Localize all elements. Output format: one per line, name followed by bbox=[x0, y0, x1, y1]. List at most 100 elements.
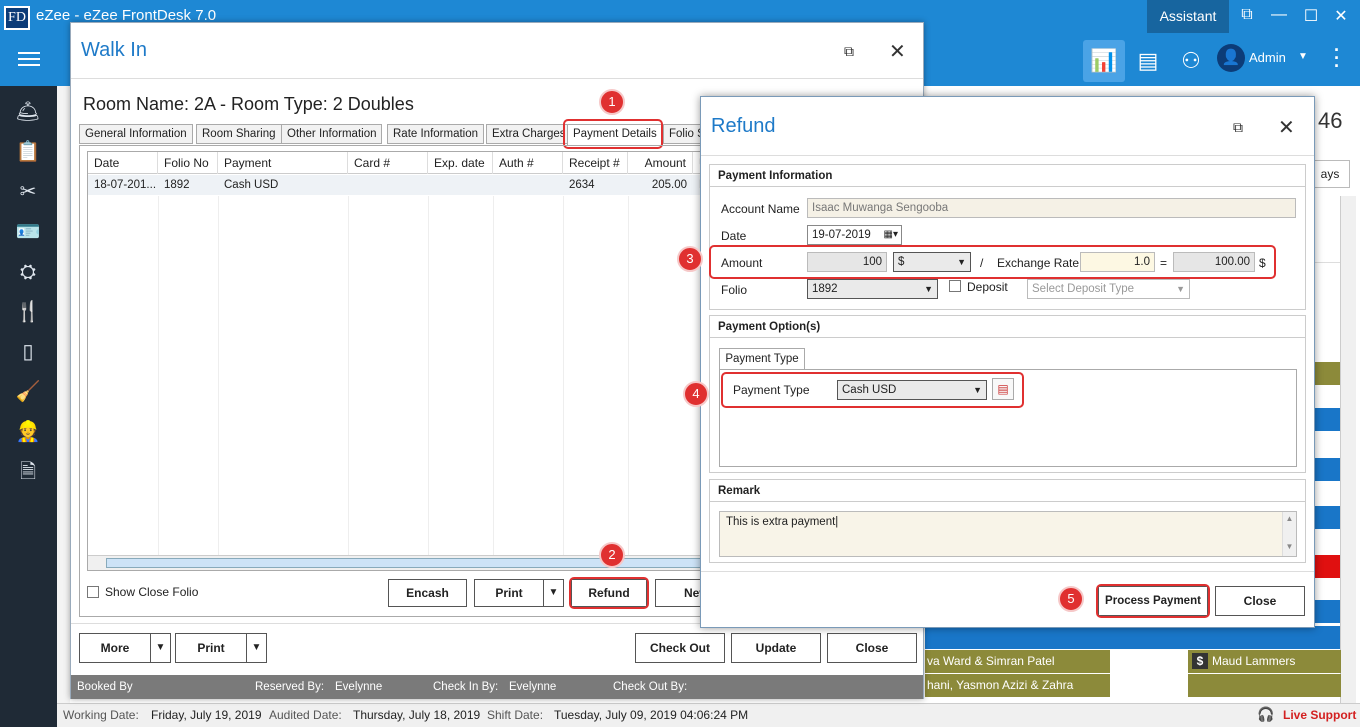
network-icon[interactable]: ⚇ bbox=[1170, 40, 1212, 82]
col-card[interactable]: Card # bbox=[348, 152, 428, 174]
assistant-button[interactable]: Assistant bbox=[1147, 0, 1229, 33]
bg-row bbox=[925, 626, 1340, 649]
show-close-folio-label: Show Close Folio bbox=[105, 585, 199, 599]
account-name-field[interactable]: Isaac Muwanga Sengooba bbox=[807, 198, 1296, 218]
col-receipt[interactable]: Receipt # bbox=[563, 152, 628, 174]
col-exp-date[interactable]: Exp. date bbox=[428, 152, 493, 174]
close-icon[interactable]: ✕ bbox=[889, 39, 906, 64]
highlight-amount-row bbox=[709, 245, 1276, 279]
highlight-payment-type bbox=[721, 372, 1024, 408]
close-icon[interactable]: ✕ bbox=[1278, 115, 1295, 140]
restaurant-icon[interactable]: 🍴 bbox=[14, 298, 42, 326]
tab-rate-information[interactable]: Rate Information bbox=[387, 124, 485, 144]
cell-type: Cash USD bbox=[224, 179, 279, 191]
chevron-down-icon[interactable]: ▼ bbox=[1298, 51, 1308, 62]
working-date-label: Working Date: bbox=[63, 708, 139, 722]
col-date[interactable]: Date bbox=[88, 152, 158, 174]
audited-date: Thursday, July 18, 2019 bbox=[353, 708, 481, 722]
grid-line bbox=[563, 196, 564, 556]
grid-header: Date Folio No Payment Type/Account Card … bbox=[88, 152, 708, 192]
payments-grid: Date Folio No Payment Type/Account Card … bbox=[87, 151, 708, 571]
housekeeping-icon[interactable]: ⛭ bbox=[14, 258, 42, 286]
tab-room-sharing[interactable]: Room Sharing bbox=[196, 124, 282, 144]
app-logo: FD bbox=[4, 6, 30, 30]
account-name-label: Account Name bbox=[721, 202, 800, 216]
refund-close-button[interactable]: Close bbox=[1215, 586, 1305, 616]
folio-select[interactable]: 1892 ▼ bbox=[807, 279, 938, 299]
folio-label: Folio bbox=[721, 283, 748, 297]
tools-icon[interactable]: ✂ bbox=[14, 178, 42, 206]
user-avatar-icon[interactable]: 👤 bbox=[1217, 44, 1245, 72]
guest-icon[interactable]: 🪪 bbox=[14, 218, 42, 246]
more-button[interactable]: More ▼ bbox=[79, 633, 171, 663]
chevron-down-icon[interactable]: ▼ bbox=[543, 580, 563, 606]
background-left-strip bbox=[57, 86, 70, 703]
deposit-checkbox[interactable] bbox=[949, 280, 961, 292]
col-folio-no[interactable]: Folio No bbox=[158, 152, 218, 174]
more-icon[interactable]: · · · bbox=[1334, 41, 1340, 75]
maximize-icon[interactable]: ☐ bbox=[1300, 6, 1322, 26]
reservation-icon[interactable]: 📋 bbox=[14, 138, 42, 166]
translate-icon[interactable]: ⧉ bbox=[1236, 6, 1258, 24]
highlight-refund bbox=[569, 577, 649, 609]
live-support-link[interactable]: Live Support bbox=[1283, 708, 1356, 722]
calendar-icon[interactable]: ▦▾ bbox=[884, 226, 898, 244]
grid-line bbox=[628, 196, 629, 556]
background-scrollbar[interactable] bbox=[1340, 196, 1356, 706]
bg-guest-bar[interactable]: va Ward & Simran Patel bbox=[925, 650, 1110, 673]
update-button[interactable]: Update bbox=[731, 633, 821, 663]
dollar-icon: $ bbox=[1192, 653, 1208, 669]
remark-text: This is extra payment bbox=[726, 516, 836, 528]
date-field[interactable]: 19-07-2019 ▦▾ bbox=[807, 225, 902, 245]
room-icon[interactable]: ▯ bbox=[14, 338, 42, 366]
cell-receipt: 2634 bbox=[569, 179, 595, 191]
minimize-icon[interactable]: — bbox=[1268, 6, 1290, 24]
encash-button[interactable]: Encash bbox=[388, 579, 467, 607]
reports-icon[interactable]: 🗎 bbox=[14, 458, 42, 486]
close-button[interactable]: Close bbox=[827, 633, 917, 663]
translate-icon[interactable]: ⧉ bbox=[844, 43, 854, 60]
bg-row bbox=[1188, 674, 1341, 697]
payment-information-section: Payment Information Account Name Isaac M… bbox=[709, 164, 1306, 310]
support-icon[interactable]: 🎧 bbox=[1257, 706, 1274, 723]
tab-payment-type[interactable]: Payment Type bbox=[719, 348, 805, 370]
tab-other-information[interactable]: Other Information bbox=[281, 124, 383, 144]
document-icon[interactable]: ▤ bbox=[1127, 40, 1169, 82]
shift-date: Tuesday, July 09, 2019 04:06:24 PM bbox=[554, 708, 749, 722]
check-out-button[interactable]: Check Out bbox=[635, 633, 725, 663]
bg-guest-bar[interactable]: $ Maud Lammers bbox=[1188, 650, 1341, 673]
date-value: 19-07-2019 bbox=[812, 229, 871, 241]
col-amount[interactable]: Amount bbox=[628, 152, 693, 174]
user-name[interactable]: Admin bbox=[1249, 50, 1286, 65]
remark-scrollbar[interactable]: ▲ ▼ bbox=[1282, 512, 1296, 556]
chart-icon[interactable]: 📊 bbox=[1083, 40, 1125, 82]
translate-icon[interactable]: ⧉ bbox=[1233, 119, 1243, 136]
tab-general-information[interactable]: General Information bbox=[79, 124, 193, 144]
col-payment-type[interactable]: Payment Type/Account bbox=[218, 152, 348, 192]
menu-icon[interactable] bbox=[18, 58, 40, 60]
show-close-folio-checkbox[interactable] bbox=[87, 586, 99, 598]
bg-guest-bar[interactable]: hani, Yasmon Azizi & Zahra bbox=[925, 674, 1110, 697]
divider bbox=[701, 155, 1314, 156]
print-menu-button[interactable]: Print ▼ bbox=[175, 633, 267, 663]
chevron-down-icon[interactable]: ▼ bbox=[246, 634, 266, 662]
callout-badge-2: 2 bbox=[599, 542, 625, 568]
print-label: Print bbox=[495, 586, 523, 600]
deposit-type-select[interactable]: Select Deposit Type ▼ bbox=[1027, 279, 1190, 299]
staff-icon[interactable]: 👷 bbox=[14, 418, 42, 446]
col-auth[interactable]: Auth # bbox=[493, 152, 563, 174]
remark-textarea[interactable]: This is extra payment| ▲ ▼ bbox=[719, 511, 1297, 557]
cleaning-icon[interactable]: 🧹 bbox=[14, 378, 42, 406]
callout-badge-3: 3 bbox=[677, 246, 703, 272]
tab-extra-charges[interactable]: Extra Charges bbox=[486, 124, 572, 144]
divider bbox=[71, 78, 923, 79]
table-row[interactable]: 18-07-201... 1892 Cash USD 2634 205.00 E bbox=[88, 175, 707, 195]
highlight-process-payment bbox=[1096, 584, 1210, 618]
background-tab[interactable]: ays bbox=[1310, 160, 1350, 188]
front-desk-icon[interactable]: 🛎 bbox=[14, 98, 42, 126]
booked-by-label: Booked By bbox=[77, 681, 133, 693]
print-button[interactable]: Print ▼ bbox=[474, 579, 564, 607]
chevron-down-icon[interactable]: ▼ bbox=[150, 634, 170, 662]
check-in-by-label: Check In By: bbox=[433, 681, 499, 693]
close-window-icon[interactable]: ✕ bbox=[1330, 6, 1352, 26]
